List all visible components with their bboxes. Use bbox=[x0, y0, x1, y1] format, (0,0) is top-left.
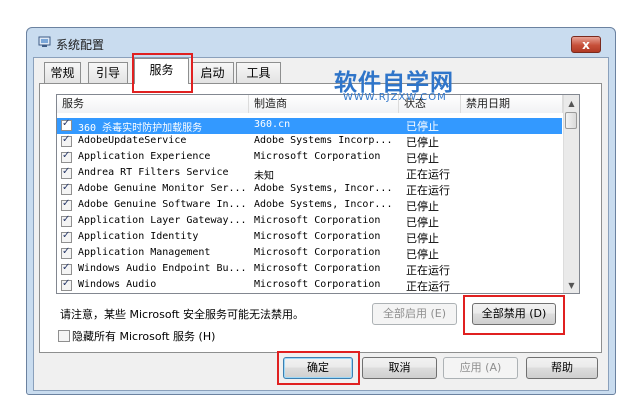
service-manufacturer: 未知 bbox=[254, 171, 274, 182]
service-checkbox[interactable] bbox=[61, 198, 72, 211]
service-status: 正在运行 bbox=[406, 184, 450, 197]
service-status: 已停止 bbox=[406, 216, 439, 229]
highlight-box-ok bbox=[277, 351, 360, 385]
hide-microsoft-services-label[interactable]: 隐藏所有 Microsoft 服务 (H) bbox=[72, 328, 215, 344]
service-row[interactable]: 360 杀毒实时防护加载服务 360.cn 已停止 bbox=[57, 118, 562, 134]
watermark-url: WWW.RJZXW.COM bbox=[343, 92, 447, 103]
highlight-box-disable-all bbox=[463, 295, 565, 335]
scrollbar-thumb[interactable] bbox=[565, 112, 577, 129]
system-config-icon bbox=[38, 36, 51, 47]
service-checkbox[interactable] bbox=[61, 150, 72, 163]
service-manufacturer: Microsoft Corporation bbox=[254, 263, 381, 274]
service-name: 360 杀毒实时防护加载服务 bbox=[78, 123, 203, 134]
service-manufacturer: Microsoft Corporation bbox=[254, 247, 381, 258]
tab-startup[interactable]: 启动 bbox=[191, 62, 234, 83]
service-name: Application Management bbox=[78, 247, 211, 258]
service-name: Windows Audio Endpoint Bu... bbox=[78, 263, 247, 274]
service-name: Application Layer Gateway... bbox=[78, 215, 247, 226]
service-manufacturer: Adobe Systems, Incor... bbox=[254, 199, 393, 210]
window-title: 系统配置 bbox=[56, 38, 105, 52]
service-manufacturer: Microsoft Corporation bbox=[254, 151, 381, 162]
service-status: 已停止 bbox=[406, 120, 439, 133]
service-manufacturer: Adobe Systems Incorp... bbox=[254, 135, 393, 146]
service-manufacturer: Microsoft Corporation bbox=[254, 215, 381, 226]
service-status: 正在运行 bbox=[406, 168, 450, 181]
service-checkbox[interactable] bbox=[61, 230, 72, 243]
security-services-note: 请注意，某些 Microsoft 安全服务可能无法禁用。 bbox=[60, 308, 305, 321]
service-name: Andrea RT Filters Service bbox=[78, 167, 229, 178]
service-row[interactable]: Adobe Genuine Monitor Ser... Adobe Syste… bbox=[57, 182, 562, 198]
service-row[interactable]: Application Management Microsoft Corpora… bbox=[57, 246, 562, 262]
enable-all-button[interactable]: 全部启用 (E) bbox=[372, 303, 457, 325]
service-checkbox[interactable] bbox=[61, 278, 72, 291]
highlight-box-services-tab bbox=[132, 53, 193, 93]
service-status: 正在运行 bbox=[406, 264, 450, 277]
service-row[interactable]: Windows Audio Microsoft Corporation 正在运行 bbox=[57, 278, 562, 294]
service-name: Application Identity bbox=[78, 231, 199, 242]
service-checkbox[interactable] bbox=[61, 166, 72, 179]
service-name: Adobe Genuine Software In... bbox=[78, 199, 247, 210]
service-checkbox[interactable] bbox=[61, 134, 72, 147]
service-checkbox[interactable] bbox=[61, 214, 72, 227]
service-checkbox[interactable] bbox=[61, 118, 72, 131]
tab-general[interactable]: 常规 bbox=[44, 62, 81, 83]
help-button[interactable]: 帮助 bbox=[526, 357, 598, 379]
service-status: 已停止 bbox=[406, 200, 439, 213]
service-row[interactable]: AdobeUpdateService Adobe Systems Incorp.… bbox=[57, 134, 562, 150]
service-checkbox[interactable] bbox=[61, 262, 72, 275]
tab-boot[interactable]: 引导 bbox=[88, 62, 128, 83]
service-row[interactable]: Application Identity Microsoft Corporati… bbox=[57, 230, 562, 246]
service-name: Windows Audio bbox=[78, 279, 157, 290]
cancel-button[interactable]: 取消 bbox=[362, 357, 437, 379]
service-row[interactable]: Andrea RT Filters Service 未知 正在运行 bbox=[57, 166, 562, 182]
service-manufacturer: Microsoft Corporation bbox=[254, 279, 381, 290]
scroll-down-arrow-icon[interactable]: ▼ bbox=[564, 278, 579, 293]
service-status: 已停止 bbox=[406, 152, 439, 165]
close-button[interactable]: x bbox=[571, 36, 601, 53]
service-name: Application Experience bbox=[78, 151, 211, 162]
service-status: 已停止 bbox=[406, 232, 439, 245]
service-checkbox[interactable] bbox=[61, 182, 72, 195]
service-manufacturer: Microsoft Corporation bbox=[254, 231, 381, 242]
service-name: AdobeUpdateService bbox=[78, 135, 187, 146]
service-checkbox[interactable] bbox=[61, 246, 72, 259]
service-manufacturer: Adobe Systems, Incor... bbox=[254, 183, 393, 194]
service-row[interactable]: Adobe Genuine Software In... Adobe Syste… bbox=[57, 198, 562, 214]
column-header-disable-date[interactable]: 禁用日期 bbox=[461, 95, 563, 113]
scroll-up-arrow-icon[interactable]: ▲ bbox=[564, 96, 579, 111]
service-status: 已停止 bbox=[406, 136, 439, 149]
service-status: 正在运行 bbox=[406, 280, 450, 293]
service-manufacturer: 360.cn bbox=[254, 119, 291, 130]
apply-button[interactable]: 应用 (A) bbox=[443, 357, 518, 379]
service-row[interactable]: Application Layer Gateway... Microsoft C… bbox=[57, 214, 562, 230]
service-row[interactable]: Windows Audio Endpoint Bu... Microsoft C… bbox=[57, 262, 562, 278]
column-header-service[interactable]: 服务 bbox=[57, 95, 249, 113]
hide-microsoft-services-checkbox[interactable] bbox=[58, 330, 70, 342]
service-status: 已停止 bbox=[406, 248, 439, 261]
tab-tools[interactable]: 工具 bbox=[236, 62, 281, 83]
service-name: Adobe Genuine Monitor Ser... bbox=[78, 183, 247, 194]
service-row[interactable]: Application Experience Microsoft Corpora… bbox=[57, 150, 562, 166]
